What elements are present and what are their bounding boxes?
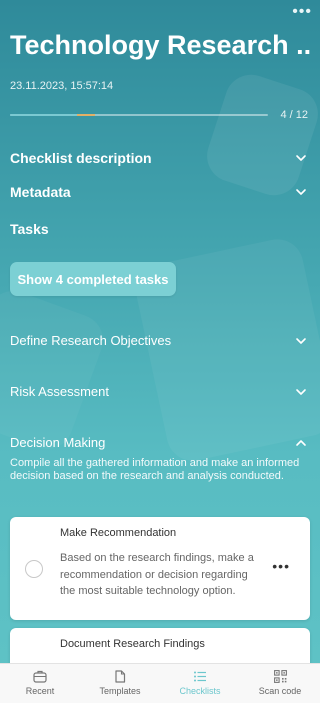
group-label: Decision Making xyxy=(10,435,106,450)
group-label: Risk Assessment xyxy=(10,384,109,399)
task-checkbox[interactable] xyxy=(25,560,43,578)
section-tasks: Tasks xyxy=(10,221,308,237)
task-more-options-icon[interactable]: ••• xyxy=(272,559,290,573)
group-description: Compile all the gathered information and… xyxy=(10,457,300,482)
progress-label: 4 / 12 xyxy=(280,109,308,121)
task-card[interactable]: Document Research Findings xyxy=(10,628,310,668)
bottom-tab-bar: Recent Templates Checklists Scan code xyxy=(0,663,320,703)
task-title: Make Recommendation xyxy=(60,527,177,539)
briefcase-icon xyxy=(33,670,47,683)
chevron-up-icon xyxy=(294,436,308,450)
section-checklist-description[interactable]: Checklist description xyxy=(10,150,308,166)
tab-label: Checklists xyxy=(179,686,221,696)
tab-label: Recent xyxy=(25,686,55,696)
group-decision-making[interactable]: Decision Making xyxy=(10,435,308,450)
chevron-down-icon xyxy=(294,385,308,399)
background-decoration xyxy=(0,283,111,457)
list-icon xyxy=(194,671,206,682)
progress-accent-segment xyxy=(77,114,96,116)
chevron-down-icon xyxy=(294,334,308,348)
tab-templates[interactable]: Templates xyxy=(80,664,160,703)
tab-checklists[interactable]: Checklists xyxy=(160,664,240,703)
page-title: Technology Research ... xyxy=(10,30,310,60)
section-label: Tasks xyxy=(10,221,49,237)
section-metadata[interactable]: Metadata xyxy=(10,184,308,200)
tab-scan-code[interactable]: Scan code xyxy=(240,664,320,703)
progress-bar xyxy=(10,114,268,116)
chevron-down-icon xyxy=(294,185,308,199)
show-completed-tasks-button[interactable]: Show 4 completed tasks xyxy=(10,262,176,296)
chevron-down-icon xyxy=(294,151,308,165)
document-icon xyxy=(115,670,126,683)
task-title: Document Research Findings xyxy=(60,638,205,650)
group-define-research-objectives[interactable]: Define Research Objectives xyxy=(10,333,308,348)
tab-label: Scan code xyxy=(258,686,302,696)
background-decoration xyxy=(200,68,320,202)
group-risk-assessment[interactable]: Risk Assessment xyxy=(10,384,308,399)
checklist-datetime: 23.11.2023, 15:57:14 xyxy=(10,80,114,92)
tab-recent[interactable]: Recent xyxy=(0,664,80,703)
more-options-icon[interactable]: ••• xyxy=(292,4,312,20)
qr-code-icon xyxy=(273,670,287,683)
tab-label: Templates xyxy=(99,686,141,696)
group-label: Define Research Objectives xyxy=(10,333,172,348)
task-card[interactable]: Make Recommendation Based on the researc… xyxy=(10,517,310,620)
section-label: Checklist description xyxy=(10,150,152,166)
task-description: Based on the research findings, make a r… xyxy=(60,552,254,597)
section-label: Metadata xyxy=(10,184,71,200)
